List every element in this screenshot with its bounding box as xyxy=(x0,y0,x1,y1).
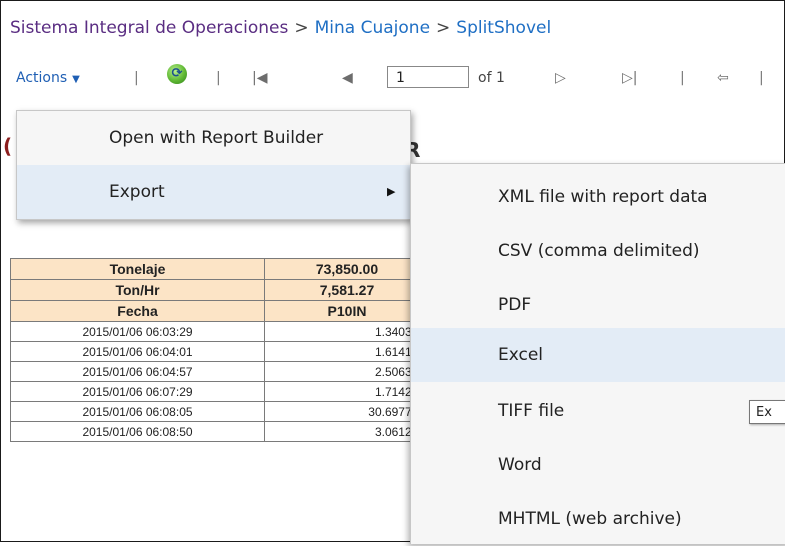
submenu-item-label: MHTML (web archive) xyxy=(498,509,682,529)
table-cell-value: 3.061296 xyxy=(264,421,430,442)
summary-value: 73,850.00 xyxy=(264,258,430,280)
last-page-icon[interactable]: ▷| xyxy=(622,66,637,90)
back-icon[interactable]: ⇦ xyxy=(717,66,729,90)
menu-item-export[interactable]: Export ▶ xyxy=(17,165,410,219)
table-cell-value: 30.697714 xyxy=(264,401,430,422)
export-mhtml-item[interactable]: MHTML (web archive) xyxy=(411,492,785,546)
export-tiff-item[interactable]: TIFF file xyxy=(411,384,785,438)
actions-button[interactable]: Actions ▼ xyxy=(16,66,80,90)
export-submenu: XML file with report data CSV (comma del… xyxy=(410,163,785,544)
table-row: 2015/01/06 06:04:57 2.506324 xyxy=(10,361,430,382)
submenu-item-label: XML file with report data xyxy=(498,187,708,207)
page-number-input[interactable]: 1 xyxy=(387,66,469,88)
export-word-item[interactable]: Word xyxy=(411,438,785,492)
breadcrumb-root-link[interactable]: Sistema Integral de Operaciones xyxy=(10,18,288,38)
toolbar-separator: | xyxy=(216,70,221,86)
table-cell-value: 1.614153 xyxy=(264,341,430,362)
table-cell-date: 2015/01/06 06:03:29 xyxy=(10,321,265,342)
table-cell-value: 1.714235 xyxy=(264,381,430,402)
actions-label: Actions xyxy=(16,70,68,86)
summary-value: P10IN xyxy=(264,300,430,322)
actions-menu: Open with Report Builder Export ▶ xyxy=(16,110,411,220)
menu-item-open-with-report-builder[interactable]: Open with Report Builder xyxy=(17,111,410,165)
breadcrumb-item-mina-cuajone[interactable]: Mina Cuajone xyxy=(315,18,430,38)
summary-row: Fecha P10IN xyxy=(10,300,430,322)
menu-item-label: Open with Report Builder xyxy=(109,128,324,148)
submenu-item-label: Word xyxy=(498,455,542,475)
summary-label: Ton/Hr xyxy=(10,279,265,301)
table-cell-value: 1.340305 xyxy=(264,321,430,342)
tooltip: Ex xyxy=(749,400,785,424)
breadcrumb-separator: > xyxy=(294,18,309,38)
refresh-icon[interactable]: ⟳ xyxy=(167,64,187,84)
summary-row: Tonelaje 73,850.00 xyxy=(10,258,430,280)
export-excel-item[interactable]: Excel xyxy=(411,328,785,382)
chevron-right-icon: ▶ xyxy=(387,185,396,198)
chevron-down-icon: ▼ xyxy=(72,74,80,85)
table-row: 2015/01/06 06:04:01 1.614153 xyxy=(10,341,430,362)
table-cell-date: 2015/01/06 06:04:57 xyxy=(10,361,265,382)
table-row: 2015/01/06 06:03:29 1.340305 xyxy=(10,321,430,342)
menu-item-label: Export xyxy=(109,182,165,202)
previous-page-icon[interactable]: ◀ xyxy=(342,66,353,90)
toolbar-separator: | xyxy=(759,70,764,86)
report-table: Tonelaje 73,850.00 Ton/Hr 7,581.27 Fecha… xyxy=(10,258,430,442)
page-total-label: of 1 xyxy=(478,70,505,86)
table-cell-date: 2015/01/06 06:08:05 xyxy=(10,401,265,422)
breadcrumb-separator: > xyxy=(436,18,451,38)
toolbar-separator: | xyxy=(134,70,139,86)
summary-label: Fecha xyxy=(10,300,265,322)
submenu-item-label: TIFF file xyxy=(498,401,565,421)
table-row: 2015/01/06 06:08:50 3.061296 xyxy=(10,421,430,442)
first-page-icon[interactable]: |◀ xyxy=(252,66,267,90)
table-row: 2015/01/06 06:08:05 30.697714 xyxy=(10,401,430,422)
submenu-item-label: PDF xyxy=(498,295,532,315)
export-csv-item[interactable]: CSV (comma delimited) xyxy=(411,224,785,278)
table-cell-date: 2015/01/06 06:08:50 xyxy=(10,421,265,442)
submenu-item-label: Excel xyxy=(498,345,544,365)
table-row: 2015/01/06 06:07:29 1.714235 xyxy=(10,381,430,402)
report-logo-fragment: ( xyxy=(3,134,13,158)
breadcrumb: Sistema Integral de Operaciones > Mina Cua… xyxy=(10,18,551,38)
summary-row: Ton/Hr 7,581.27 xyxy=(10,279,430,301)
table-cell-value: 2.506324 xyxy=(264,361,430,382)
toolbar-separator: | xyxy=(680,70,685,86)
breadcrumb-item-splitshovel[interactable]: SplitShovel xyxy=(456,18,551,38)
summary-label: Tonelaje xyxy=(10,258,265,280)
report-toolbar: Actions ▼ | ⟳ | |◀ ◀ 1 of 1 ▷ ▷| | ⇦ | xyxy=(14,64,785,90)
next-page-icon[interactable]: ▷ xyxy=(555,66,566,90)
table-cell-date: 2015/01/06 06:04:01 xyxy=(10,341,265,362)
summary-value: 7,581.27 xyxy=(264,279,430,301)
export-pdf-item[interactable]: PDF xyxy=(411,278,785,332)
table-cell-date: 2015/01/06 06:07:29 xyxy=(10,381,265,402)
export-xml-item[interactable]: XML file with report data xyxy=(411,170,785,224)
submenu-item-label: CSV (comma delimited) xyxy=(498,241,700,261)
